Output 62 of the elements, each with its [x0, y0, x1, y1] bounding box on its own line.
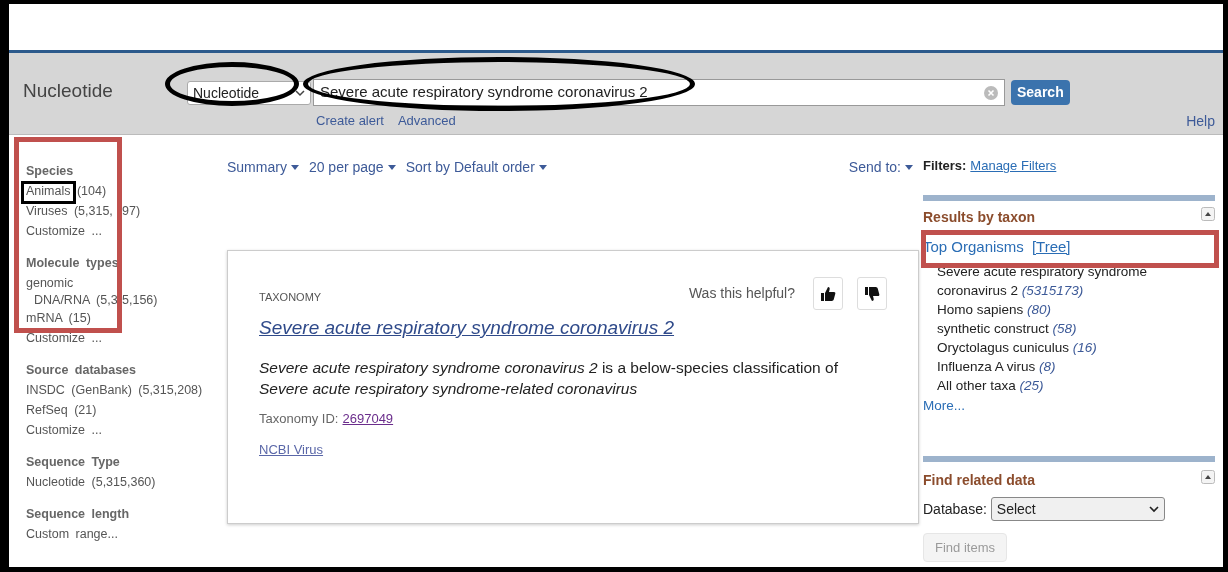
feedback-prompt: Was this helpful? — [688, 284, 795, 303]
caret-icon — [387, 165, 396, 170]
filter-heading: Sequence length — [26, 506, 130, 523]
taxonomy-id-label: Taxonomy ID: — [259, 409, 339, 428]
filter-link[interactable]: Customize ... — [26, 420, 102, 440]
more-link[interactable]: More... — [923, 396, 1215, 417]
filter-link[interactable]: RefSeq (21) — [26, 400, 97, 420]
dropdown-menu[interactable]: Summary — [227, 157, 299, 178]
thumbs-up-icon — [820, 285, 836, 302]
thumbs-down-button[interactable] — [857, 277, 887, 310]
collapse-icon[interactable] — [1201, 470, 1215, 485]
filter-link[interactable]: Customize ... — [26, 328, 102, 348]
filters-label: Filters: — [923, 157, 967, 175]
result-description: Severe acute respiratory syndrome coronavirus 2 is a below-species classification of Severe acute respiratory syndrome-related coronavirus — [259, 357, 839, 399]
top-organisms-link[interactable]: Top Organisms — [923, 235, 1024, 258]
organism-entry[interactable]: Homo sapiens (80) — [937, 300, 1215, 319]
taxonomy-id-link[interactable]: 2697049 — [342, 408, 394, 428]
header-link[interactable]: Create alert — [316, 111, 384, 131]
dropdown-menu[interactable]: Send to: — [848, 157, 913, 178]
thumbs-up-button[interactable] — [813, 277, 843, 310]
filter-heading: Species — [26, 163, 74, 180]
filter-link[interactable]: INSDC (GenBank) (5,315,208) — [26, 380, 203, 400]
caret-icon — [290, 165, 299, 170]
filter-link[interactable]: mRNA (15) — [26, 308, 91, 328]
organism-entry[interactable]: Influenza A virus (8) — [937, 357, 1215, 376]
header-link[interactable]: Advanced — [397, 111, 456, 131]
dropdown-menu[interactable]: Sort by Default order — [405, 157, 547, 178]
filter-heading: Source databases — [26, 362, 136, 379]
filter-link[interactable]: 5,156) — [122, 293, 158, 308]
filter-link[interactable]: Viruses (5,315, — [26, 201, 118, 221]
filter-link[interactable]: DNA/RNA (5,3 — [34, 293, 118, 308]
manage-filters-link[interactable]: Manage Filters — [970, 156, 1057, 176]
section-heading: Find related data — [923, 471, 1036, 491]
filter-heading: Molecule types — [26, 255, 119, 272]
category-label: TAXONOMY — [259, 290, 322, 306]
filter-link[interactable]: 97) — [122, 201, 141, 221]
filter-link[interactable]: genomic — [26, 273, 74, 293]
caret-icon — [538, 165, 547, 170]
thumbs-down-icon — [864, 285, 880, 302]
filter-link[interactable]: Custom range... — [26, 524, 118, 544]
tree-link[interactable]: [Tree] — [1031, 235, 1071, 258]
result-title-link[interactable]: Severe acute respiratory syndrome coronavirus 2 — [259, 314, 887, 343]
ncbi-virus-link[interactable]: NCBI Virus — [259, 440, 887, 460]
search-button[interactable]: Search — [1011, 80, 1070, 105]
help-link[interactable]: Help — [1186, 111, 1215, 132]
dropdown-menu[interactable]: 20 per page — [308, 157, 396, 178]
chevron-icon — [1148, 505, 1159, 514]
database-dropdown[interactable]: Select — [990, 497, 1165, 522]
organism-entry[interactable]: synthetic construct (58) — [937, 319, 1215, 338]
organism-entry[interactable]: Oryctolagus cuniculus (16) — [937, 338, 1215, 357]
organism-entry[interactable]: All other taxa (25) — [937, 376, 1215, 395]
filter-link[interactable]: Animals (104) — [26, 181, 107, 201]
database-label: Database: — [923, 499, 987, 519]
filter-link[interactable]: Customize ... — [26, 221, 102, 241]
chevron-icon — [295, 89, 305, 97]
collapse-icon[interactable] — [1201, 206, 1215, 221]
filter-heading: Sequence Type — [26, 454, 120, 471]
filter-link[interactable]: Nucleotide (5,315,360) — [26, 472, 156, 492]
section-heading: Results by taxon — [923, 207, 1036, 227]
organism-entry[interactable]: Severe acute respiratory syndrome coronavirus 2 (5315173) — [937, 262, 1215, 300]
database-title: Nucleotide — [23, 79, 113, 103]
caret-icon — [905, 165, 913, 170]
